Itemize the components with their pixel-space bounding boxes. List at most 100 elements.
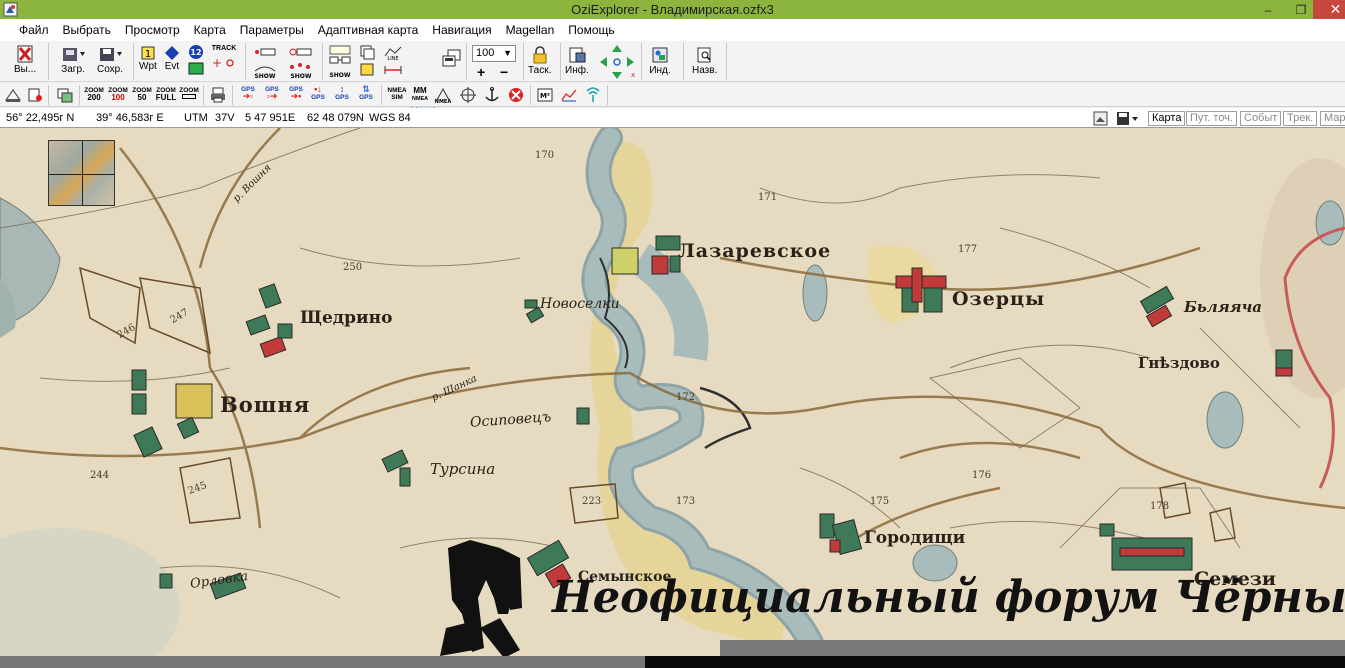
exit-button[interactable]: Вы... <box>14 44 36 76</box>
gps-transfer-button[interactable]: ⇅ GPS <box>356 85 376 102</box>
map-list-icon <box>360 45 375 76</box>
info-button[interactable]: Инф. <box>565 45 589 77</box>
toolbar-separator <box>203 85 204 105</box>
menu-magellan[interactable]: Magellan <box>499 19 562 41</box>
scrollbar-track <box>645 656 1345 668</box>
forum-watermark: Неофициальный форум Чёрных копателей <box>552 572 1345 623</box>
show-waypoints-button[interactable]: SHOW <box>252 45 278 79</box>
zoom-200-button[interactable]: ZOOM 200 <box>84 87 104 102</box>
zoom-in-button[interactable]: + <box>477 65 485 79</box>
line-tools-button[interactable]: LINE <box>382 44 404 78</box>
utm-zone: 37V <box>215 112 235 124</box>
map-image-icon[interactable] <box>1093 111 1108 126</box>
toolbar-separator <box>48 85 49 105</box>
nmea-sim-button[interactable]: NMEA SIM <box>386 87 408 101</box>
nmea-antenna-icon[interactable]: NMEA <box>434 86 452 104</box>
anchor-icon[interactable] <box>483 86 501 104</box>
event-button[interactable]: Evt <box>164 45 180 73</box>
menu-file[interactable]: Файл <box>12 19 56 41</box>
toolbar-separator <box>726 43 727 80</box>
gps-download-waypoints-button[interactable]: GPS ▫➜ <box>262 86 282 101</box>
map-list-button[interactable] <box>358 44 380 78</box>
event-diamond-icon <box>165 46 179 60</box>
status-bar: 56° 22,495г N 39° 46,583г E UTM 37V 5 47… <box>0 108 1345 128</box>
stop-icon[interactable] <box>507 86 525 104</box>
svg-text:SHOW: SHOW <box>254 73 275 79</box>
gps-route-button[interactable]: ↕ GPS <box>332 85 352 102</box>
track-upload-icon: ➜• <box>290 91 302 101</box>
tab-map[interactable]: Карта <box>1148 111 1186 126</box>
gps-upload-waypoints-button[interactable]: GPS ➜▫ <box>238 86 258 101</box>
zoom-custom-button[interactable]: ZOOM <box>179 87 199 101</box>
minus-icon: − <box>500 64 509 80</box>
map-windows-icon[interactable] <box>56 86 74 104</box>
zoom-level-select[interactable]: 100 ▼ <box>472 45 516 62</box>
chevron-down-icon: ▼ <box>503 48 512 58</box>
menu-help[interactable]: Помощь <box>561 19 621 41</box>
toolbar-separator <box>641 43 642 80</box>
altitude-icon[interactable]: M² <box>536 86 554 104</box>
show-events-button[interactable]: SHOW <box>288 45 314 79</box>
zoom-full-button[interactable]: ZOOM FULL <box>155 87 177 102</box>
name-search-button[interactable]: Назв. <box>692 45 717 77</box>
signal-icon[interactable] <box>584 86 602 104</box>
save-button[interactable]: Сохр. <box>97 44 123 76</box>
index-map-icon <box>652 47 668 63</box>
index-button[interactable]: Инд. <box>649 45 671 77</box>
gps-upload-track-button[interactable]: GPS ➜• <box>286 86 306 101</box>
plot-number: 170 <box>535 150 555 161</box>
map-bottom-band <box>720 640 1345 656</box>
place-novoselki: Новоселки <box>540 296 620 312</box>
svg-text:NMEA: NMEA <box>435 99 452 104</box>
map-properties-icon[interactable] <box>26 86 44 104</box>
toolbar-separator <box>466 43 467 80</box>
mm-sub-label: NMEA <box>411 96 429 102</box>
menu-map[interactable]: Карта <box>187 19 233 41</box>
svg-text:LINE: LINE <box>387 56 398 62</box>
toolbar-separator <box>232 85 233 105</box>
gps-download-track-button[interactable]: •↓ GPS <box>308 84 328 102</box>
toolbar-separator <box>523 43 524 80</box>
map-calibrate-icon[interactable] <box>4 86 22 104</box>
graph-icon[interactable] <box>560 86 578 104</box>
zoom-50-button[interactable]: ZOOM 50 <box>132 87 152 102</box>
menu-settings[interactable]: Параметры <box>233 19 311 41</box>
track-label: TRACK <box>211 45 237 52</box>
load-button[interactable]: Загр. <box>60 44 86 76</box>
menu-adaptive-map[interactable]: Адаптивная карта <box>311 19 426 41</box>
route-button[interactable]: 12 <box>187 44 205 76</box>
plot-number: 175 <box>870 496 890 507</box>
place-byliachi: Бьляяча <box>1184 298 1263 316</box>
overview-thumbnail[interactable] <box>48 140 115 206</box>
tab-waypoints[interactable]: Пут. точ. <box>1186 111 1237 126</box>
zoom-100-button[interactable]: ZOOM 100 <box>108 87 128 102</box>
longitude-readout: 39° 46,583г E <box>96 112 164 124</box>
save-map-dropdown-icon[interactable] <box>1115 111 1141 126</box>
map-canvas[interactable]: Лазаревское Озерцы Бьляяча Гнѣздово Щедр… <box>0 128 1345 668</box>
place-gorodishchi: Городищи <box>864 528 966 548</box>
menu-navigation[interactable]: Навигация <box>425 19 498 41</box>
zoom-out-button[interactable]: − <box>500 64 509 80</box>
track-down-icon: •↓ <box>314 84 322 94</box>
tab-routes[interactable]: Мар <box>1320 111 1345 126</box>
show-routes-button[interactable]: SHOW <box>327 44 353 79</box>
move-map-button[interactable]: x <box>598 43 636 81</box>
menu-select[interactable]: Выбрать <box>56 19 118 41</box>
print-icon[interactable] <box>209 86 227 104</box>
waypoint-button[interactable]: 1 Wpt <box>139 45 157 73</box>
menu-view[interactable]: Просмотр <box>118 19 187 41</box>
moving-map-button[interactable]: MM NMEA <box>410 87 430 103</box>
tab-tracks[interactable]: Трек. <box>1283 111 1318 126</box>
close-button[interactable]: ✕ <box>1313 0 1345 19</box>
crosshair-icon[interactable] <box>459 86 477 104</box>
minimize-button[interactable]: – <box>1255 0 1281 19</box>
load-folder-icon <box>63 48 85 61</box>
lock-icon <box>533 46 547 64</box>
maximize-button[interactable]: ❐ <box>1288 0 1314 19</box>
horizontal-scrollbar[interactable] <box>0 656 645 668</box>
overview-window-button[interactable] <box>440 47 464 71</box>
plot-number: 250 <box>343 262 363 273</box>
task-button[interactable]: Таск. <box>528 45 551 77</box>
tab-events[interactable]: Событ <box>1240 111 1282 126</box>
track-button[interactable]: TRACK + <box>211 45 237 72</box>
